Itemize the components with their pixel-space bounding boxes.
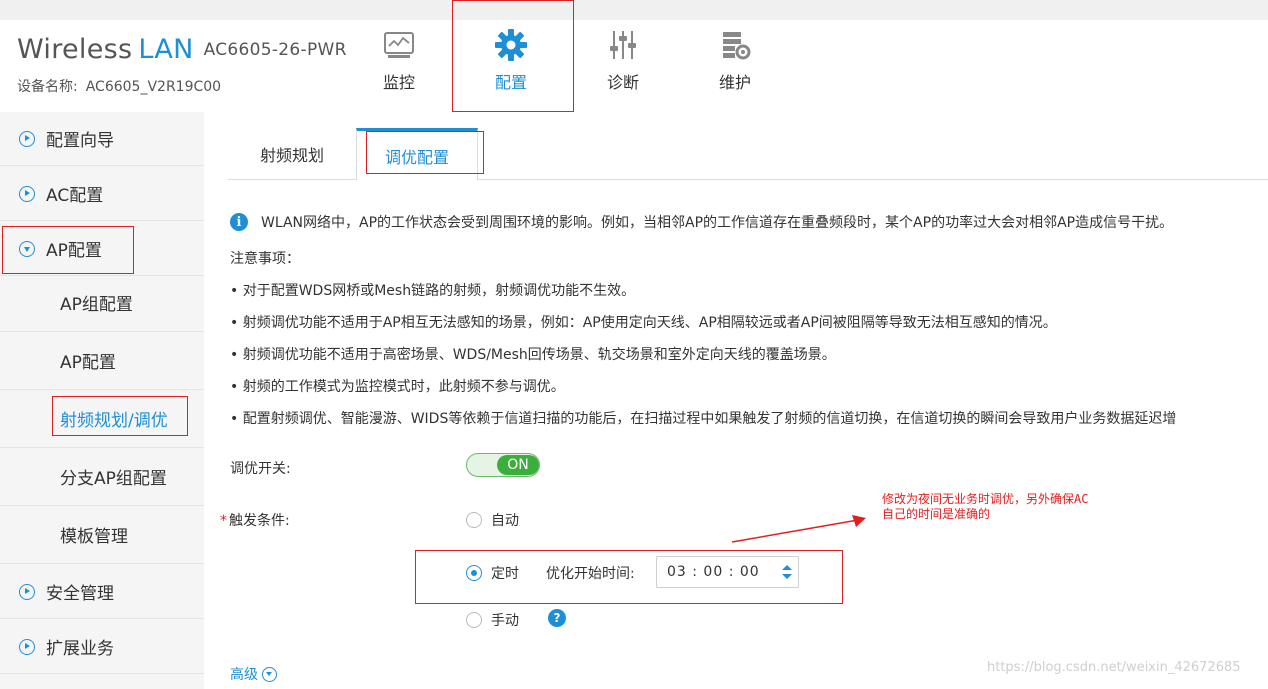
radio-label: 定时 xyxy=(491,566,519,582)
device-name: 设备名称: AC6605_V2R19C00 xyxy=(17,76,221,96)
brand-title: Wireless LAN AC6605-26-PWR xyxy=(17,34,347,65)
annotation-line: 修改为夜间无业务时调优，另外确保AC xyxy=(882,492,1089,506)
trigger-condition-label: * 触发条件: xyxy=(220,510,290,530)
advanced-toggle[interactable]: 高级 xyxy=(230,664,277,684)
start-time-value: 03 : 00 : 00 xyxy=(667,564,760,580)
top-strip xyxy=(0,0,1268,20)
nav-maintain[interactable]: 维护 xyxy=(699,28,771,98)
annotation-note: 修改为夜间无业务时调优，另外确保AC 自己的时间是准确的 xyxy=(882,492,1088,522)
radio-label: 手动 xyxy=(491,613,519,629)
collapse-arrow-icon xyxy=(19,240,35,257)
sidebar-subitem-template-mgmt[interactable]: 模板管理 xyxy=(0,506,204,564)
sidebar-subitem-branch-ap-group[interactable]: 分支AP组配置 xyxy=(0,448,204,506)
notes-title: 注意事项： xyxy=(230,251,300,267)
help-icon[interactable]: ? xyxy=(548,609,566,627)
maintenance-icon xyxy=(723,32,751,60)
radio-button[interactable] xyxy=(466,512,482,528)
radio-scheduled[interactable]: 定时 xyxy=(466,563,519,583)
watermark: https://blog.csdn.net/weixin_42672685 xyxy=(987,660,1241,675)
radio-manual[interactable]: 手动 xyxy=(466,610,519,630)
nav-monitor-label: 监控 xyxy=(382,73,415,92)
sidebar-item-ac-config[interactable]: AC配置 xyxy=(0,167,204,221)
device-name-value: AC6605_V2R19C00 xyxy=(85,79,222,95)
radio-label: 自动 xyxy=(491,513,519,529)
nav-maintain-label: 维护 xyxy=(718,73,751,92)
start-time-label: 优化开始时间: xyxy=(546,566,635,582)
sidebar-subitem-label: 射频规划/调优 xyxy=(60,411,168,431)
switch-knob: ON xyxy=(497,455,539,475)
tab-bar: 射频规划 调优配置 xyxy=(228,128,1268,181)
note-item: • 配置射频调优、智能漫游、WIDS等依赖于信道扫描的功能后，在扫描过程中如果触… xyxy=(230,411,1177,427)
radio-button[interactable] xyxy=(466,612,482,628)
sidebar-subitem-label: AP配置 xyxy=(60,353,116,373)
radio-button-selected[interactable] xyxy=(466,565,482,581)
brand-accent: LAN xyxy=(138,34,194,65)
main-content: 射频规划 调优配置 i WLAN网络中，AP的工作状态会受到周围环境的影响。例如… xyxy=(204,112,1268,689)
device-model: AC6605-26-PWR xyxy=(203,40,347,60)
advanced-label: 高级 xyxy=(230,667,258,683)
nav-diagnose[interactable]: 诊断 xyxy=(587,28,659,98)
note-item: • 射频调优功能不适用于高密场景、WDS/Mesh回传场景、轨交场景和室外定向天… xyxy=(230,347,836,363)
nav-diagnose-label: 诊断 xyxy=(606,73,639,92)
spinner-arrows-icon[interactable] xyxy=(782,565,792,579)
sidebar-item-label: AP配置 xyxy=(46,241,102,261)
tab-tuning-config[interactable]: 调优配置 xyxy=(356,128,478,181)
info-message: i WLAN网络中，AP的工作状态会受到周围环境的影响。例如，当相邻AP的工作信… xyxy=(230,212,1173,232)
expand-arrow-icon xyxy=(19,638,35,655)
sidebar-item-security[interactable]: 安全管理 xyxy=(0,565,204,619)
sidebar-subitem-label: 分支AP组配置 xyxy=(60,469,167,489)
note-item: • 射频调优功能不适用于AP相互无法感知的场景，例如：AP使用定向天线、AP相隔… xyxy=(230,315,1057,331)
sidebar-subitem-ap-group-config[interactable]: AP组配置 xyxy=(0,274,204,332)
info-icon: i xyxy=(230,213,248,231)
expand-arrow-icon xyxy=(19,130,35,147)
expand-arrow-icon xyxy=(19,185,35,202)
sidebar-item-label: 扩展业务 xyxy=(46,639,114,659)
device-name-label: 设备名称: xyxy=(17,79,78,95)
expand-arrow-icon xyxy=(19,583,35,600)
sidebar: 配置向导 AC配置 AP配置 AP组配置 AP配置 射频规划/调优 分支AP组配… xyxy=(0,112,204,689)
sidebar-item-extended-services[interactable]: 扩展业务 xyxy=(0,620,204,674)
start-time-input[interactable]: 03 : 00 : 00 xyxy=(656,556,799,588)
nav-monitor[interactable]: 监控 xyxy=(363,28,435,98)
trigger-condition-text: 触发条件: xyxy=(229,513,290,529)
sidebar-item-label: AC配置 xyxy=(46,186,104,206)
sidebar-item-label: 安全管理 xyxy=(46,584,114,604)
sidebar-item-ap-config[interactable]: AP配置 xyxy=(0,222,204,276)
chevron-down-icon xyxy=(262,666,277,682)
sidebar-item-label: 配置向导 xyxy=(46,131,114,151)
sidebar-subitem-ap-config[interactable]: AP配置 xyxy=(0,332,204,390)
nav-config-highlight-box xyxy=(452,0,574,112)
sidebar-item-config-wizard[interactable]: 配置向导 xyxy=(0,112,204,166)
radio-auto[interactable]: 自动 xyxy=(466,510,519,530)
annotation-arrow xyxy=(731,515,866,543)
monitor-icon xyxy=(384,32,414,58)
note-item: • 对于配置WDS网桥或Mesh链路的射频，射频调优功能不生效。 xyxy=(230,283,636,299)
brand-main: Wireless xyxy=(17,34,133,65)
sliders-icon xyxy=(610,31,636,59)
required-mark: * xyxy=(220,513,227,529)
top-header: Wireless LAN AC6605-26-PWR 设备名称: AC6605_V2R… xyxy=(0,0,1268,112)
tuning-switch-label: 调优开关: xyxy=(230,461,291,477)
sidebar-subitem-label: AP组配置 xyxy=(60,295,133,315)
tab-radio-planning[interactable]: 射频规划 xyxy=(228,128,356,180)
sidebar-subitem-radio-planning[interactable]: 射频规划/调优 xyxy=(0,390,204,448)
tuning-switch[interactable]: ON xyxy=(466,453,540,477)
sidebar-subitem-label: 模板管理 xyxy=(60,527,128,547)
info-text: WLAN网络中，AP的工作状态会受到周围环境的影响。例如，当相邻AP的工作信道存… xyxy=(261,215,1174,231)
annotation-line: 自己的时间是准确的 xyxy=(882,507,991,521)
note-item: • 射频的工作模式为监控模式时，此射频不参与调优。 xyxy=(230,379,565,395)
